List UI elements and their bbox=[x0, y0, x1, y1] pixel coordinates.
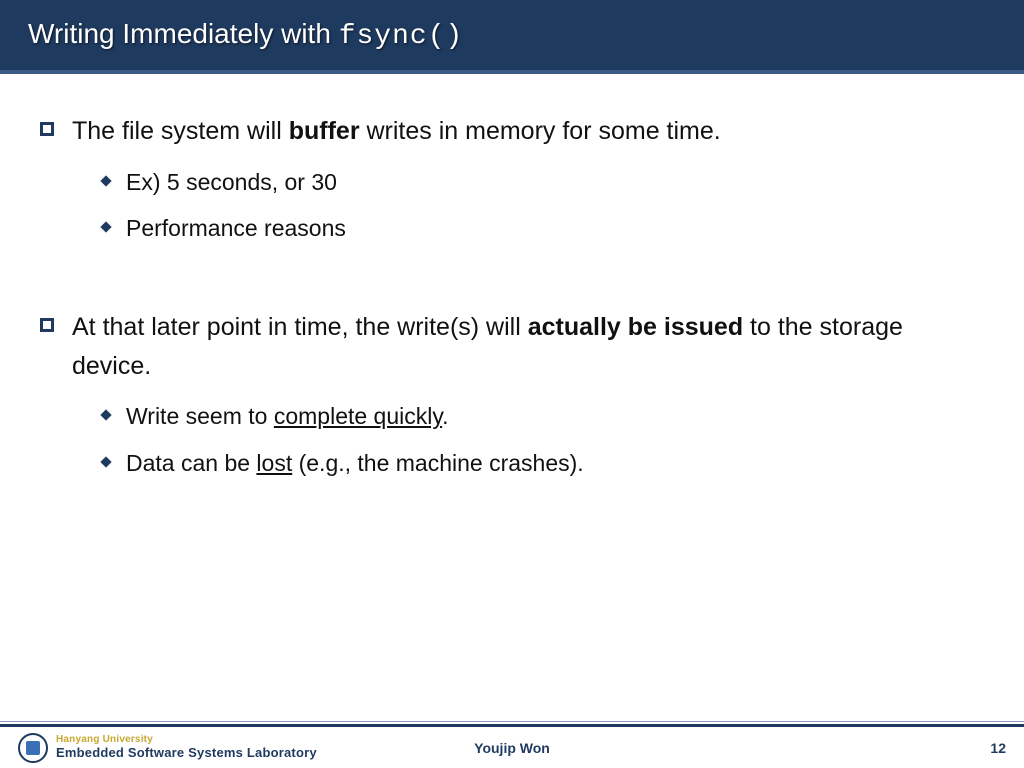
list-item: Write seem to complete quickly. bbox=[102, 399, 968, 434]
university-seal-icon bbox=[18, 733, 48, 763]
page-number: 12 bbox=[990, 740, 1006, 756]
slide-title: Writing Immediately with fsync() bbox=[28, 18, 996, 52]
sub-bullet-text: Write seem to complete quickly. bbox=[126, 399, 449, 434]
list-item: The file system will buffer writes in me… bbox=[40, 112, 968, 151]
diamond-bullet-icon bbox=[100, 410, 111, 421]
title-bar: Writing Immediately with fsync() bbox=[0, 0, 1024, 74]
square-bullet-icon bbox=[40, 122, 54, 136]
bullet-text: The file system will buffer writes in me… bbox=[72, 112, 968, 151]
diamond-bullet-icon bbox=[100, 222, 111, 233]
sub-bullet-text: Data can be lost (e.g., the machine cras… bbox=[126, 446, 584, 481]
org-logo: Hanyang University Embedded Software Sys… bbox=[18, 733, 317, 763]
list-item: Ex) 5 seconds, or 30 bbox=[102, 165, 968, 200]
title-prefix: Writing Immediately with bbox=[28, 18, 339, 49]
slide-content: The file system will buffer writes in me… bbox=[0, 74, 1024, 480]
list-item: Data can be lost (e.g., the machine cras… bbox=[102, 446, 968, 481]
diamond-bullet-icon bbox=[100, 175, 111, 186]
sub-bullet-text: Ex) 5 seconds, or 30 bbox=[126, 165, 337, 200]
footer: Hanyang University Embedded Software Sys… bbox=[0, 724, 1024, 768]
sub-bullet-text: Performance reasons bbox=[126, 211, 346, 246]
author-name: Youjip Won bbox=[474, 740, 550, 756]
list-item: Performance reasons bbox=[102, 211, 968, 246]
bullet-text: At that later point in time, the write(s… bbox=[72, 308, 968, 386]
diamond-bullet-icon bbox=[100, 456, 111, 467]
list-item: At that later point in time, the write(s… bbox=[40, 308, 968, 386]
org-name-line2: Embedded Software Systems Laboratory bbox=[56, 746, 317, 760]
title-code: fsync() bbox=[339, 21, 464, 52]
square-bullet-icon bbox=[40, 318, 54, 332]
